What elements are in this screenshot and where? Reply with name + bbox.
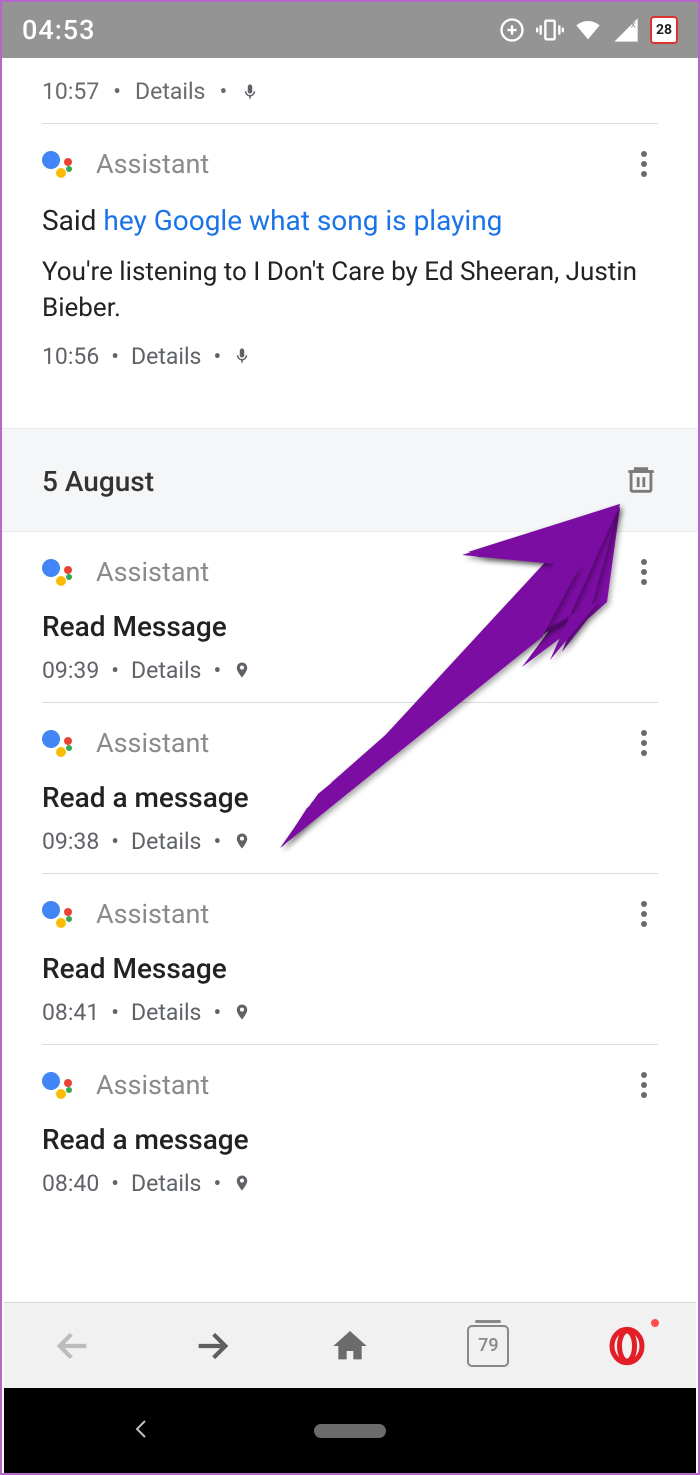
details-link[interactable]: Details [131,999,201,1026]
system-back-button[interactable] [130,1417,154,1445]
date-label: 5 August [42,465,154,498]
item-title: Read Message [42,952,658,985]
details-link[interactable]: Details [131,828,201,855]
item-meta: 10:56 • Details • [42,343,658,370]
item-title: Read a message [42,781,658,814]
more-options-button[interactable] [630,150,658,178]
item-meta: 09:39• Details• [42,657,658,684]
system-nav-bar [4,1388,696,1473]
more-options-button[interactable] [630,558,658,586]
activity-item: Assistant Read a message 08:40• Details• [2,1045,698,1215]
assistant-logo-icon [42,1069,74,1101]
browser-nav-bar: 79 [4,1302,696,1388]
more-options-button[interactable] [630,729,658,757]
calendar-badge-icon: 28 [650,16,678,44]
item-title: Read a message [42,1123,658,1156]
status-bar: 04:53 x 28 [2,2,698,58]
location-icon [233,1002,251,1022]
activity-list[interactable]: 10:57 • Details • Assistant Said hey Goo… [2,58,698,1302]
source-label: Assistant [96,148,209,180]
partial-item-meta: 10:57 • Details • [2,58,698,123]
reply-text: You're listening to I Don't Care by Ed S… [42,254,658,327]
activity-item: Assistant Said hey Google what song is p… [2,124,698,388]
item-meta: 09:38• Details• [42,828,658,855]
details-link[interactable]: Details [131,657,201,684]
item-time: 10:56 [42,343,99,370]
item-time: 08:41 [42,999,99,1026]
status-time: 04:53 [22,14,96,46]
assistant-logo-icon [42,556,74,588]
system-home-pill[interactable] [314,1424,386,1438]
activity-item: Assistant Read a message 09:38• Details• [2,703,698,873]
mic-icon [233,347,251,365]
location-icon [233,1173,251,1193]
item-time: 09:39 [42,657,99,684]
status-icons: x 28 [498,16,678,44]
nav-back-button[interactable] [13,1303,133,1388]
said-prefix: Said [42,204,103,237]
source-label: Assistant [96,727,209,759]
activity-item: Assistant Read Message 08:41• Details• [2,874,698,1044]
more-options-button[interactable] [630,900,658,928]
activity-item: Assistant Read Message 09:39• Details• [2,532,698,702]
item-meta: 08:40• Details• [42,1170,658,1197]
query-text[interactable]: hey Google what song is playing [103,204,502,237]
tab-count: 79 [478,1335,498,1356]
assistant-logo-icon [42,148,74,180]
item-time: 10:57 [42,78,99,105]
nav-tabs-button[interactable]: 79 [428,1303,548,1388]
mic-icon [241,83,259,101]
wifi-icon [574,16,602,44]
cellular-icon: x [612,16,640,44]
nav-home-button[interactable] [290,1303,410,1388]
svg-text:x: x [631,18,636,31]
location-icon [233,660,251,680]
item-time: 08:40 [42,1170,99,1197]
item-meta: 08:41• Details• [42,999,658,1026]
details-link[interactable]: Details [131,343,201,370]
assistant-logo-icon [42,727,74,759]
vibrate-icon [536,16,564,44]
query-line: Said hey Google what song is playing [42,202,658,240]
item-time: 09:38 [42,828,99,855]
source-label: Assistant [96,1069,209,1101]
notification-dot-icon [651,1319,659,1327]
nav-menu-button[interactable] [567,1303,687,1388]
details-link[interactable]: Details [131,1170,201,1197]
assistant-logo-icon [42,898,74,930]
location-icon [233,831,251,851]
data-saver-icon [498,16,526,44]
item-title: Read Message [42,610,658,643]
source-label: Assistant [96,556,209,588]
nav-forward-button[interactable] [152,1303,272,1388]
source-label: Assistant [96,898,209,930]
more-options-button[interactable] [630,1071,658,1099]
delete-group-button[interactable] [624,463,658,501]
date-group-header: 5 August [2,428,698,532]
details-link[interactable]: Details [135,78,205,105]
